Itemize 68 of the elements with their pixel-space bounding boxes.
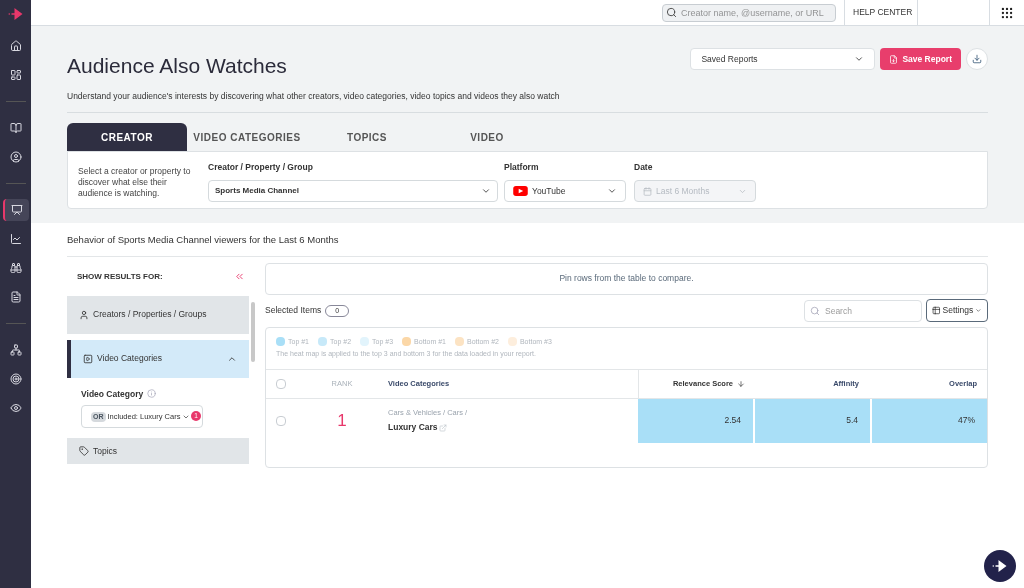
category-link[interactable]: Luxury Cars (388, 421, 438, 434)
info-icon (147, 389, 157, 399)
chat-button[interactable] (984, 550, 1016, 582)
scrollbar (251, 301, 255, 362)
settings-button[interactable]: Settings (926, 299, 988, 322)
youtube-icon (513, 186, 528, 196)
grid-icon (1000, 5, 1014, 20)
calendar-icon (643, 186, 652, 196)
file-icon (889, 54, 899, 64)
table-search-field[interactable]: Search (804, 299, 922, 322)
play-icon (83, 353, 93, 364)
platform-dropdown[interactable]: YouTube (504, 180, 626, 202)
table-cell: 5.4 (755, 398, 870, 443)
page-subtitle: Understand your audience's interests by discovering what other creators, video categories, video topics and videos they also watch (67, 89, 561, 103)
dashboard-icon (9, 69, 22, 81)
target-icon (9, 373, 22, 385)
table-cell: 47% (872, 398, 987, 443)
eye-icon (9, 402, 22, 414)
book-icon (9, 122, 22, 134)
row-checkbox[interactable] (276, 415, 286, 426)
selected-items-label: Selected Items (265, 304, 322, 317)
tab[interactable]: TOPICS (307, 123, 427, 152)
creator-dropdown[interactable]: Sports Media Channel (208, 180, 498, 202)
logo-icon (6, 8, 25, 20)
chevron-down-icon (854, 54, 865, 64)
behavior-title: Behavior of Sports Media Channel viewers for the Last 6 Months (67, 233, 988, 257)
home-icon (9, 40, 22, 52)
chevron-down-icon (975, 307, 982, 314)
field-label: Creator / Property / Group (208, 161, 314, 174)
download-button[interactable] (966, 48, 988, 70)
user-icon (79, 309, 89, 320)
search-field[interactable]: Creator name, @username, or URL (662, 3, 836, 22)
collapse-icon[interactable] (234, 271, 245, 282)
tab[interactable]: CREATOR (67, 123, 187, 152)
field-label: Video Category (81, 387, 144, 401)
search-icon (810, 305, 820, 316)
field-label: Date (634, 161, 654, 174)
binoculars-icon (9, 262, 22, 274)
field-label: Platform (504, 161, 540, 174)
rank-number: 1 (336, 409, 348, 432)
filter-section[interactable]: Video Categories (67, 339, 249, 378)
tab[interactable]: VIDEO CATEGORIES (187, 123, 307, 152)
sidebar-item[interactable] (2, 199, 29, 221)
user-icon (9, 151, 22, 163)
filter-hint: Select a creator or property to discover what else their audience is watching. (78, 165, 192, 200)
filter-section[interactable]: Creators / Properties / Groups (67, 295, 249, 334)
pin-message: Pin rows from the table to compare. (265, 262, 988, 295)
save-report-button[interactable]: Save Report (880, 48, 961, 70)
table-icon (932, 306, 941, 315)
page-title: Audience Also Watches (67, 53, 287, 79)
chart-icon (9, 233, 22, 245)
logo-icon (991, 560, 1009, 572)
tag-icon (79, 446, 89, 457)
results-heading: SHOW RESULTS FOR: (77, 270, 163, 283)
sort-arrow-icon (737, 379, 745, 388)
hierarchy-icon (9, 344, 22, 356)
chevron-down-icon (481, 186, 491, 196)
saved-reports-dropdown[interactable]: Saved Reports (690, 48, 876, 70)
chevron-down-icon (607, 186, 617, 196)
external-link-icon (438, 423, 447, 432)
presentation-icon (10, 204, 23, 216)
filter-section[interactable]: Topics (67, 438, 249, 465)
tab[interactable]: VIDEO (427, 123, 547, 152)
select-all-checkbox[interactable] (276, 378, 286, 389)
file-icon (9, 291, 22, 303)
help-center-link[interactable]: HELP CENTER (844, 0, 918, 26)
download-icon (972, 54, 982, 64)
table-cell: 2.54 (638, 398, 753, 443)
